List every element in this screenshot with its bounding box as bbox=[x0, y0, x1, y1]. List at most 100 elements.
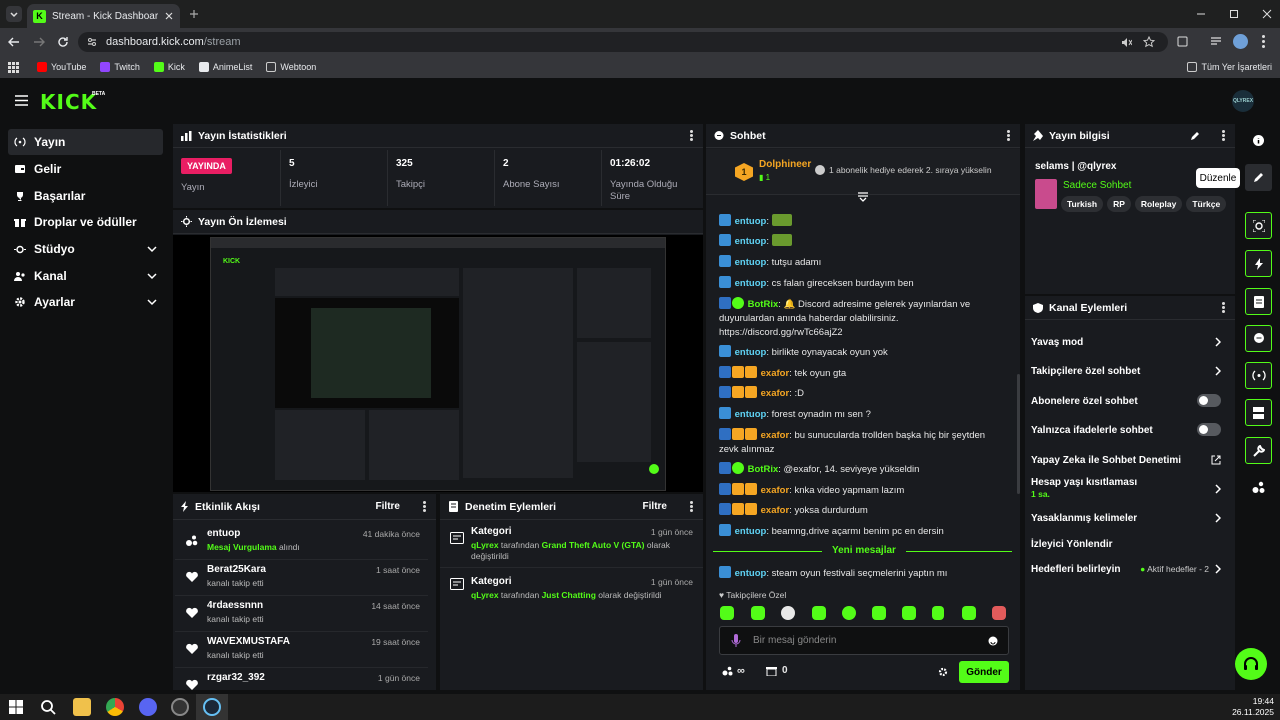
rail-broadcast-button[interactable] bbox=[1245, 362, 1272, 389]
activity-filter-button[interactable]: Filtre bbox=[376, 501, 400, 512]
chat-message[interactable]: entuop: bbox=[719, 214, 1019, 229]
forward-arrow-icon[interactable] bbox=[33, 37, 45, 47]
points-icon[interactable] bbox=[1252, 481, 1265, 494]
chat-username[interactable]: entuop bbox=[735, 409, 767, 420]
emote-icon[interactable] bbox=[781, 606, 795, 620]
action-raid[interactable]: İzleyici Yönlendir bbox=[1031, 534, 1231, 554]
chat-message[interactable]: BotRix: @exafor, 14. seviyeye yükseldin bbox=[719, 462, 1019, 477]
chat-username[interactable]: exafor bbox=[761, 430, 790, 441]
file-explorer-icon[interactable] bbox=[73, 698, 91, 716]
chat-username[interactable]: entuop bbox=[735, 216, 767, 227]
rail-chat-button[interactable] bbox=[1245, 325, 1272, 352]
chat-message[interactable]: exafor: bu sunucularda trollden başka hi… bbox=[719, 428, 1007, 457]
mod-target-link[interactable]: Just Chatting bbox=[542, 590, 596, 600]
chat-username[interactable]: exafor bbox=[761, 388, 790, 399]
emote-icon[interactable] bbox=[872, 606, 886, 620]
edit-pencil-icon[interactable] bbox=[1190, 131, 1200, 141]
all-bookmarks[interactable]: Tüm Yer İşaretleri bbox=[1187, 62, 1272, 72]
chat-username[interactable]: exafor bbox=[761, 368, 790, 379]
rail-tools-button[interactable] bbox=[1245, 437, 1272, 464]
action-emote-only-chat[interactable]: Yalnızca ifadelerle sohbet bbox=[1031, 420, 1231, 440]
action-followers-only-chat[interactable]: Takipçilere özel sohbet bbox=[1031, 361, 1231, 381]
rail-studio-button[interactable] bbox=[1245, 212, 1272, 239]
chat-username[interactable]: exafor bbox=[761, 485, 790, 496]
list-item[interactable]: Berat25Kara kanalı takip etti 1 saat önc… bbox=[175, 560, 428, 596]
apps-grid-icon[interactable] bbox=[8, 61, 19, 73]
list-item[interactable]: WAVEXMUSTAFA kanalı takip etti 19 saat ö… bbox=[175, 632, 428, 668]
chat-username[interactable]: BotRix bbox=[748, 464, 779, 475]
emote-icon[interactable] bbox=[842, 606, 856, 620]
more-options-icon[interactable] bbox=[1007, 130, 1010, 141]
mod-target-link[interactable]: Grand Theft Auto V (GTA) bbox=[542, 540, 645, 550]
sidebar-item-ayarlar[interactable]: Ayarlar bbox=[8, 289, 163, 315]
hamburger-menu-icon[interactable] bbox=[15, 95, 28, 106]
minimize-icon[interactable] bbox=[1196, 9, 1206, 19]
gift-subs-counter[interactable]: 0 bbox=[766, 665, 788, 676]
bookmark-youtube[interactable]: YouTube bbox=[37, 62, 86, 72]
maximize-icon[interactable] bbox=[1229, 9, 1239, 19]
emote-icon[interactable] bbox=[812, 606, 826, 620]
emote-icon[interactable] bbox=[751, 606, 765, 620]
action-subscribers-only-chat[interactable]: Abonelere özel sohbet bbox=[1031, 391, 1231, 411]
action-banned-words[interactable]: Yasaklanmış kelimeler bbox=[1031, 508, 1231, 528]
chat-username[interactable]: entuop bbox=[735, 526, 767, 537]
emote-icon[interactable] bbox=[720, 606, 734, 620]
tag-chip[interactable]: Türkçe bbox=[1186, 196, 1227, 212]
chrome-icon[interactable] bbox=[106, 698, 124, 716]
more-options-icon[interactable] bbox=[1222, 130, 1225, 141]
system-clock[interactable]: 19:44 26.11.2025 bbox=[1232, 696, 1274, 718]
sidebar-item-yayin[interactable]: Yayın bbox=[8, 129, 163, 155]
more-options-icon[interactable] bbox=[690, 130, 693, 141]
windows-start-icon[interactable] bbox=[9, 700, 23, 714]
address-bar[interactable]: dashboard.kick.com/stream bbox=[78, 32, 1168, 52]
extensions-icon[interactable] bbox=[1176, 35, 1189, 48]
browser-tab-active[interactable]: K Stream - Kick Dashboard bbox=[27, 4, 180, 28]
chat-message[interactable]: BotRix: 🔔 Discord adresime gelerek yayın… bbox=[719, 297, 1007, 340]
chat-message[interactable]: entuop: bbox=[719, 234, 1019, 249]
chat-input[interactable]: Bir mesaj gönderin bbox=[719, 626, 1009, 655]
more-options-icon[interactable] bbox=[690, 501, 693, 512]
action-goals[interactable]: Hedefleri belirleyin ● Aktif hedefler - 2 bbox=[1031, 559, 1231, 579]
chat-username[interactable]: entuop bbox=[735, 568, 767, 579]
rail-activity-button[interactable] bbox=[1245, 250, 1272, 277]
mod-user-link[interactable]: qLyrex bbox=[471, 590, 499, 600]
moderation-filter-button[interactable]: Filtre bbox=[643, 501, 667, 512]
rail-moderation-button[interactable] bbox=[1245, 288, 1272, 315]
site-info-icon[interactable] bbox=[87, 37, 97, 47]
chat-message[interactable]: exafor: yoksa durdurdum bbox=[719, 503, 1019, 518]
chat-username[interactable]: entuop bbox=[735, 257, 767, 268]
bookmark-webtoon[interactable]: Webtoon bbox=[266, 62, 316, 72]
send-button[interactable]: Gönder bbox=[959, 661, 1009, 683]
tag-chip[interactable]: Roleplay bbox=[1134, 196, 1183, 212]
bookmark-animelist[interactable]: AnimeList bbox=[198, 62, 252, 72]
chat-message[interactable]: entuop: beamng,drive açarmı benim pc en … bbox=[719, 524, 1019, 539]
steam-taskbar-item[interactable] bbox=[196, 694, 228, 720]
window-close-icon[interactable] bbox=[1262, 9, 1272, 19]
info-icon[interactable] bbox=[1253, 135, 1264, 146]
sidebar-item-basarilar[interactable]: Başarılar bbox=[8, 183, 163, 209]
bookmark-twitch[interactable]: Twitch bbox=[100, 62, 140, 72]
chat-pinned-leaderboard[interactable]: 1 Dolphineer ▮ 1 1 abonelik hediye edere… bbox=[706, 149, 1020, 195]
list-item[interactable]: Kategori 1 gün önce qLyrex tarafından Gr… bbox=[440, 524, 703, 568]
list-item[interactable]: 4rdaessnnn kanalı takip etti 14 saat önc… bbox=[175, 596, 428, 632]
new-tab-icon[interactable] bbox=[189, 9, 199, 19]
support-button[interactable] bbox=[1235, 648, 1267, 680]
more-options-icon[interactable] bbox=[423, 501, 426, 512]
category-link[interactable]: Sadece Sohbet bbox=[1063, 180, 1131, 191]
chat-message[interactable]: exafor: :D bbox=[719, 386, 1019, 401]
obs-icon[interactable] bbox=[171, 698, 189, 716]
tag-chip[interactable]: Turkish bbox=[1061, 196, 1104, 212]
chat-message[interactable]: entuop: steam oyun festivali seçmelerini… bbox=[719, 566, 1019, 581]
action-ai-moderation[interactable]: Yapay Zeka ile Sohbet Denetimi bbox=[1031, 450, 1231, 470]
close-icon[interactable] bbox=[164, 11, 174, 21]
edit-stream-button[interactable] bbox=[1245, 164, 1272, 191]
mute-site-icon[interactable] bbox=[1121, 37, 1132, 48]
chat-message[interactable]: entuop: birlikte oynayacak oyun yok bbox=[719, 345, 1019, 360]
tab-search-button[interactable] bbox=[6, 6, 22, 22]
stream-preview-video[interactable]: KICK bbox=[173, 235, 703, 492]
mod-user-link[interactable]: qLyrex bbox=[471, 540, 499, 550]
emote-icon[interactable] bbox=[992, 606, 1006, 620]
search-icon[interactable] bbox=[40, 699, 56, 715]
list-item[interactable]: entuop Mesaj Vurgulama alındı 41 dakika … bbox=[175, 524, 428, 560]
bookmark-star-icon[interactable] bbox=[1143, 36, 1155, 48]
